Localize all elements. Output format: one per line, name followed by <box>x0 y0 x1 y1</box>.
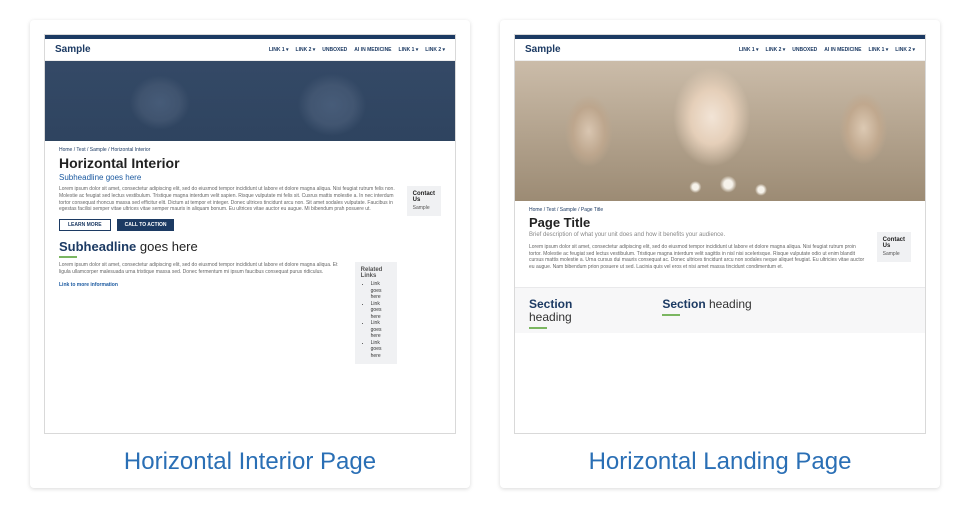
related-link[interactable]: Link goes here <box>371 281 391 301</box>
main-nav: LINK 1 ▾ LINK 2 ▾ UNBOXED AI IN MEDICINE… <box>739 47 915 53</box>
breadcrumb[interactable]: Home / Test / Sample / Page Title <box>529 207 911 213</box>
thumbnail-interior: Sample LINK 1 ▾ LINK 2 ▾ UNBOXED AI IN M… <box>44 34 456 434</box>
hero-image <box>45 61 455 141</box>
related-link[interactable]: Link goes here <box>371 301 391 321</box>
template-card-interior[interactable]: Sample LINK 1 ▾ LINK 2 ▾ UNBOXED AI IN M… <box>30 20 470 488</box>
nav-link[interactable]: LINK 1 ▾ <box>269 47 289 53</box>
button-row: LEARN MORE CALL TO ACTION <box>59 219 397 231</box>
hero-image <box>515 61 925 201</box>
card-caption[interactable]: Horizontal Interior Page <box>44 448 456 476</box>
nav-link[interactable]: LINK 2 ▾ <box>296 47 316 53</box>
subheadline: Subheadline goes here <box>59 173 441 182</box>
contact-text: Sample <box>883 251 905 257</box>
learn-more-button[interactable]: LEARN MORE <box>59 219 111 231</box>
nav-link[interactable]: AI IN MEDICINE <box>824 47 861 53</box>
section-grid: Sectionheading Section heading <box>515 287 925 333</box>
template-card-landing[interactable]: Sample LINK 1 ▾ LINK 2 ▾ UNBOXED AI IN M… <box>500 20 940 488</box>
contact-heading: Contact Us <box>413 191 435 203</box>
nav-link[interactable]: UNBOXED <box>792 47 817 53</box>
nav-link[interactable]: LINK 2 ▾ <box>766 47 786 53</box>
body-paragraph: Lorem ipsum dolor sit amet, consectetur … <box>529 244 867 271</box>
card-caption[interactable]: Horizontal Landing Page <box>514 448 926 476</box>
related-links-box: Related Links Link goes here Link goes h… <box>355 262 397 364</box>
site-header: Sample LINK 1 ▾ LINK 2 ▾ UNBOXED AI IN M… <box>515 39 925 61</box>
main-nav: LINK 1 ▾ LINK 2 ▾ UNBOXED AI IN MEDICINE… <box>269 47 445 53</box>
site-logo: Sample <box>55 44 91 55</box>
contact-heading: Contact Us <box>883 237 905 249</box>
related-link[interactable]: Link goes here <box>371 340 391 360</box>
related-heading: Related Links <box>361 267 391 279</box>
thumbnail-landing: Sample LINK 1 ▾ LINK 2 ▾ UNBOXED AI IN M… <box>514 34 926 434</box>
page-title: Horizontal Interior <box>59 155 441 171</box>
accent-underline <box>529 327 547 329</box>
section-heading: Sectionheading <box>529 298 644 324</box>
accent-underline <box>59 256 77 258</box>
nav-link[interactable]: LINK 2 ▾ <box>895 47 915 53</box>
site-header: Sample LINK 1 ▾ LINK 2 ▾ UNBOXED AI IN M… <box>45 39 455 61</box>
brief-description: Brief description of what your unit does… <box>529 232 867 240</box>
nav-link[interactable]: LINK 1 ▾ <box>399 47 419 53</box>
cta-button[interactable]: CALL TO ACTION <box>117 219 175 231</box>
more-info-link[interactable]: Link to more information <box>59 282 345 288</box>
section-heading: Section heading <box>662 298 777 311</box>
body-paragraph: Lorem ipsum dolor sit amet, consectetur … <box>59 262 345 276</box>
nav-link[interactable]: LINK 1 ▾ <box>739 47 759 53</box>
contact-box: Contact Us Sample <box>407 186 441 216</box>
accent-underline <box>662 314 680 316</box>
nav-link[interactable]: UNBOXED <box>322 47 347 53</box>
contact-text: Sample <box>413 205 435 211</box>
section-heading: Subheadline goes here <box>59 239 397 254</box>
nav-link[interactable]: LINK 2 ▾ <box>425 47 445 53</box>
breadcrumb[interactable]: Home / Test / Sample / Horizontal Interi… <box>59 147 441 153</box>
contact-box: Contact Us Sample <box>877 232 911 262</box>
body-paragraph: Lorem ipsum dolor sit amet, consectetur … <box>59 186 397 213</box>
nav-link[interactable]: LINK 1 ▾ <box>869 47 889 53</box>
nav-link[interactable]: AI IN MEDICINE <box>354 47 391 53</box>
page-title: Page Title <box>529 215 911 230</box>
related-link[interactable]: Link goes here <box>371 320 391 340</box>
site-logo: Sample <box>525 44 561 55</box>
